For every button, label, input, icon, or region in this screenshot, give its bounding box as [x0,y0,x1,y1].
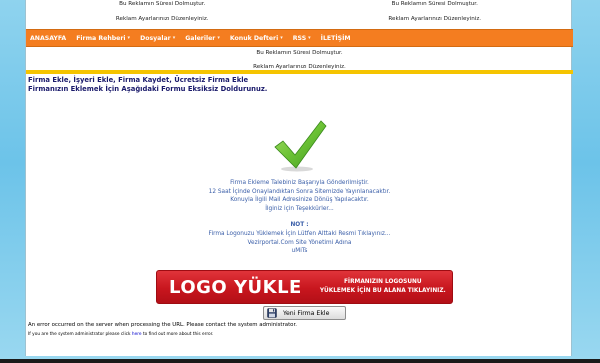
nav-item-galeriler[interactable]: Galeriler ▾ [185,35,220,42]
top-ads: Bu Reklamın Süresi Dolmuştur. Reklam Aya… [26,0,571,29]
logo-upload-subtitle: FİRMANIZIN LOGOSUNU YÜKLEMEK İÇİN BU ALA… [320,278,446,296]
bottom-strip [0,359,600,363]
success-checkmark-icon [274,120,327,172]
title-line: Firma Ekle, İşyeri Ekle, Firma Kaydet, Ü… [28,76,249,84]
ad-settings-text: Reklam Ayarlarınızı Düzenleyiniz. [388,16,482,22]
message-line: Konuyla İlgili Mail Adresinize Dönüş Yap… [230,197,369,204]
page-container: Bu Reklamın Süresi Dolmuştur. Reklam Aya… [25,0,573,356]
chevron-down-icon: ▾ [308,35,311,41]
logo-upload-sub1: FİRMANIZIN LOGOSUNU [343,279,422,285]
nav-item-dosyalar[interactable]: Dosyalar ▾ [140,35,175,42]
ad-right[interactable]: Bu Reklamın Süresi Dolmuştur. Reklam Aya… [299,0,572,29]
floppy-disk-icon [267,308,277,318]
note-line: Vezirportal.Com Site Yönetimi Adına [247,239,352,246]
chevron-down-icon: ▾ [172,35,176,41]
error-help-pre: If you are the system administrator plea… [28,332,131,337]
server-error-help: If you are the system administrator plea… [28,332,213,337]
mid-ad[interactable]: Bu Reklamın Süresi Dolmuştur. Reklam Aya… [26,48,573,72]
chevron-down-icon: ▾ [127,35,131,41]
nav-label: ANASAYFA [30,34,67,42]
ad-settings-text: Reklam Ayarlarınızı Düzenleyiniz. [115,16,209,22]
nav-item-konuk-defteri[interactable]: Konuk Defteri ▾ [230,35,283,42]
note-line: Firma Logonuzu Yüklemek İçin Lütfen Altt… [208,230,391,237]
logo-upload-banner[interactable]: LOGO YÜKLE FİRMANIZIN LOGOSUNU YÜKLEMEK … [156,270,453,304]
nav-label: Dosyalar [140,34,171,42]
chevron-down-icon: ▾ [280,35,283,41]
ad-left[interactable]: Bu Reklamın Süresi Dolmuştur. Reklam Aya… [26,0,299,29]
chevron-down-icon: ▾ [217,35,220,41]
new-company-button[interactable]: Yeni Firma Ekle [263,306,346,320]
ad-expired-text: Bu Reklamın Süresi Dolmuştur. [119,1,206,7]
error-help-post: to find out more about this error. [142,332,214,337]
logo-upload-sub2: YÜKLEMEK İÇİN BU ALANA TIKLAYINIZ. [319,288,446,294]
message-line: İlginiz için Teşekkürler... [265,205,334,212]
logo-upload-title: LOGO YÜKLE [169,276,302,298]
error-help-link[interactable]: here [132,332,142,337]
nav-item-iletisim[interactable]: İLETİŞİM [321,35,351,42]
nav-item-firma-rehberi[interactable]: Firma Rehberi ▾ [76,35,130,42]
subtitle-line: Firmanızın Eklemek İçin Aşağıdaki Formu … [28,84,268,93]
nav-label: Firma Rehberi [76,34,126,42]
note-line: uMiTs [291,248,308,255]
nav-item-anasayfa[interactable]: ANASAYFA [30,35,66,42]
nav-label: Galeriler [185,34,216,42]
nav-label: İLETİŞİM [320,34,351,42]
nav-label: Konuk Defteri [229,34,279,42]
page-title: Firma Ekle, İşyeri Ekle, Firma Kaydet, Ü… [28,76,267,93]
message-line: 12 Saat İçinde Onaylandıktan Sonra Sitem… [208,188,391,195]
section-divider [26,70,573,74]
ad-expired-text: Bu Reklamın Süresi Dolmuştur. [256,50,343,56]
nav-item-rss[interactable]: RSS ▾ [293,35,311,42]
note-label: NOT : [290,222,309,229]
ad-expired-text: Bu Reklamın Süresi Dolmuştur. [391,1,478,7]
nav-label: RSS [292,34,307,42]
success-message: Firma Ekleme Talebiniz Başarıyla Gönderi… [26,179,573,256]
new-company-label: Yeni Firma Ekle [283,309,330,317]
message-line: Firma Ekleme Talebiniz Başarıyla Gönderi… [230,180,369,186]
main-nav: ANASAYFA Firma Rehberi ▾ Dosyalar ▾ Galeri… [26,29,573,47]
server-error-message: An error occurred on the server when pro… [28,322,297,328]
